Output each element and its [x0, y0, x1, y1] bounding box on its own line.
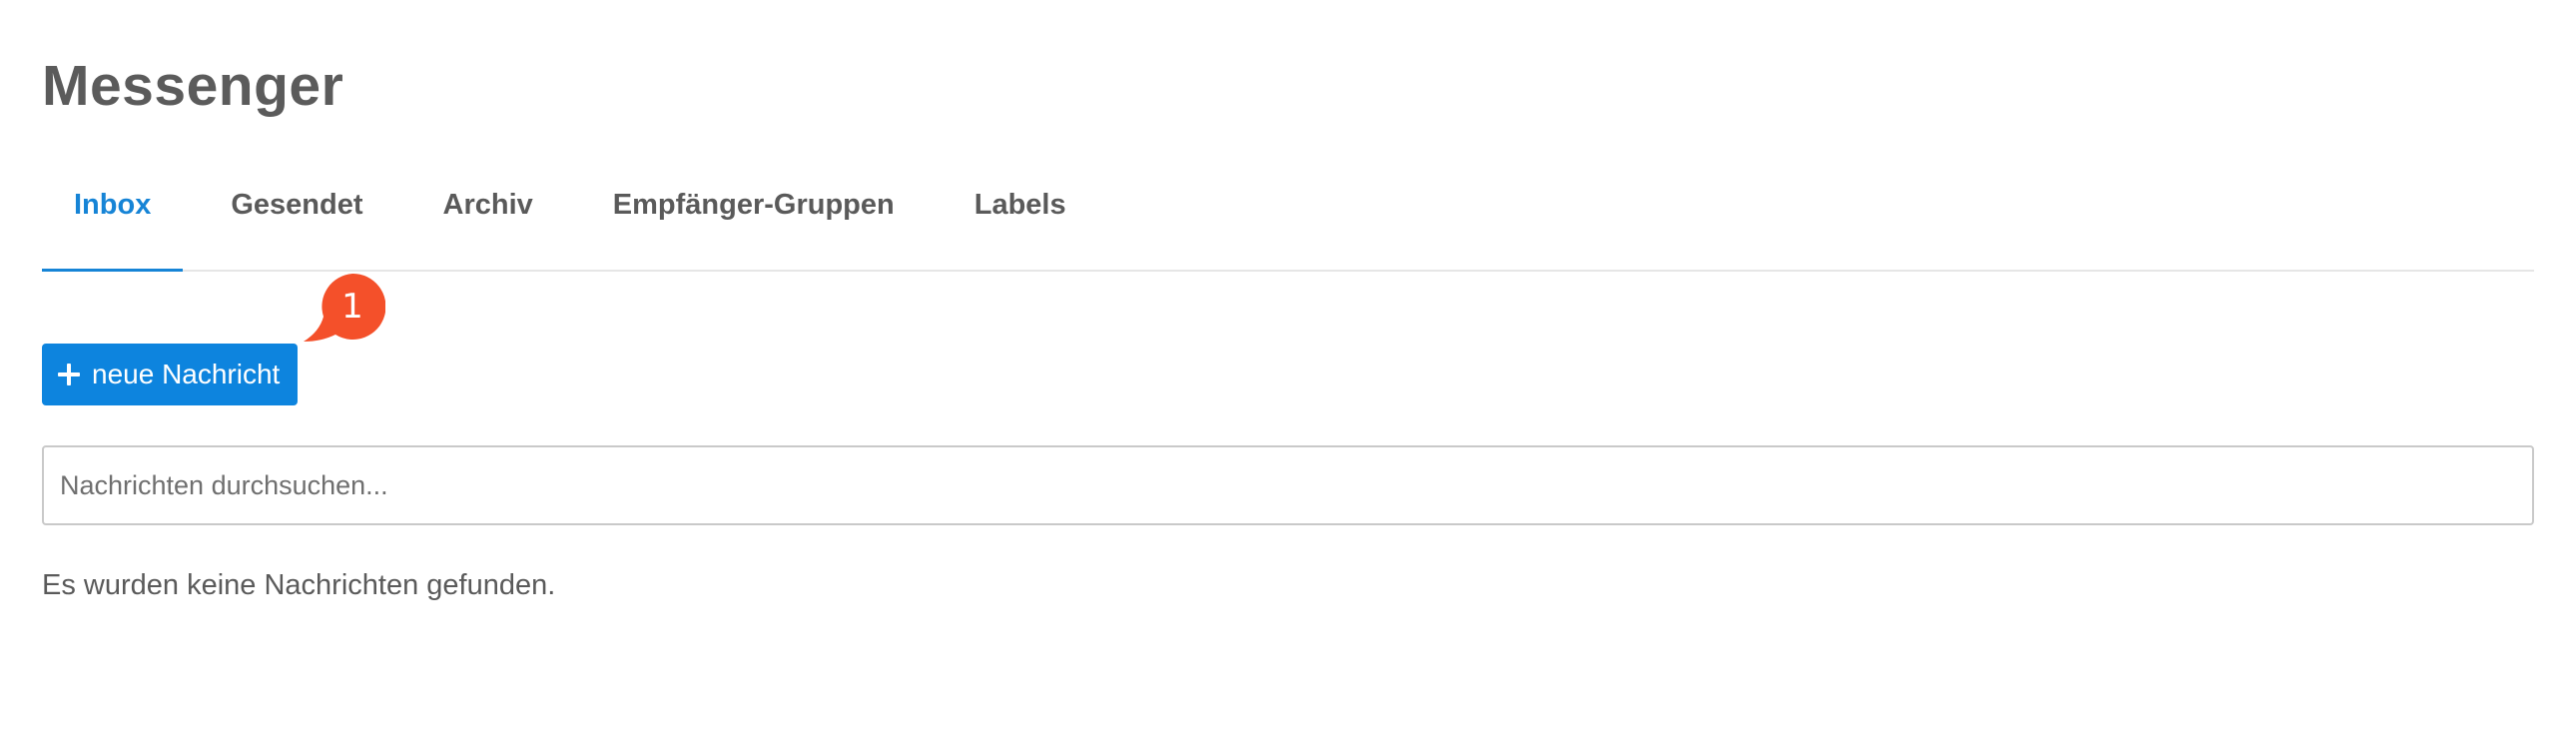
empty-state-message: Es wurden keine Nachrichten gefunden. — [42, 569, 556, 601]
page-title: Messenger — [42, 54, 344, 118]
tab-inbox[interactable]: Inbox — [42, 160, 184, 272]
notification-badge: 1 — [304, 273, 386, 350]
tab-archiv[interactable]: Archiv — [411, 160, 565, 270]
tab-labels[interactable]: Labels — [943, 160, 1098, 270]
messenger-page: Messenger Inbox Gesendet Archiv Empfänge… — [0, 0, 2576, 741]
new-message-label: neue Nachricht — [92, 359, 281, 389]
tab-bar: Inbox Gesendet Archiv Empfänger-Gruppen … — [42, 160, 2534, 272]
tab-empfaenger-gruppen[interactable]: Empfänger-Gruppen — [581, 160, 927, 270]
plus-icon — [58, 364, 80, 385]
new-message-button[interactable]: neue Nachricht — [42, 344, 299, 405]
tab-gesendet[interactable]: Gesendet — [199, 160, 394, 270]
search-input[interactable] — [42, 445, 2534, 525]
badge-count: 1 — [341, 287, 363, 327]
